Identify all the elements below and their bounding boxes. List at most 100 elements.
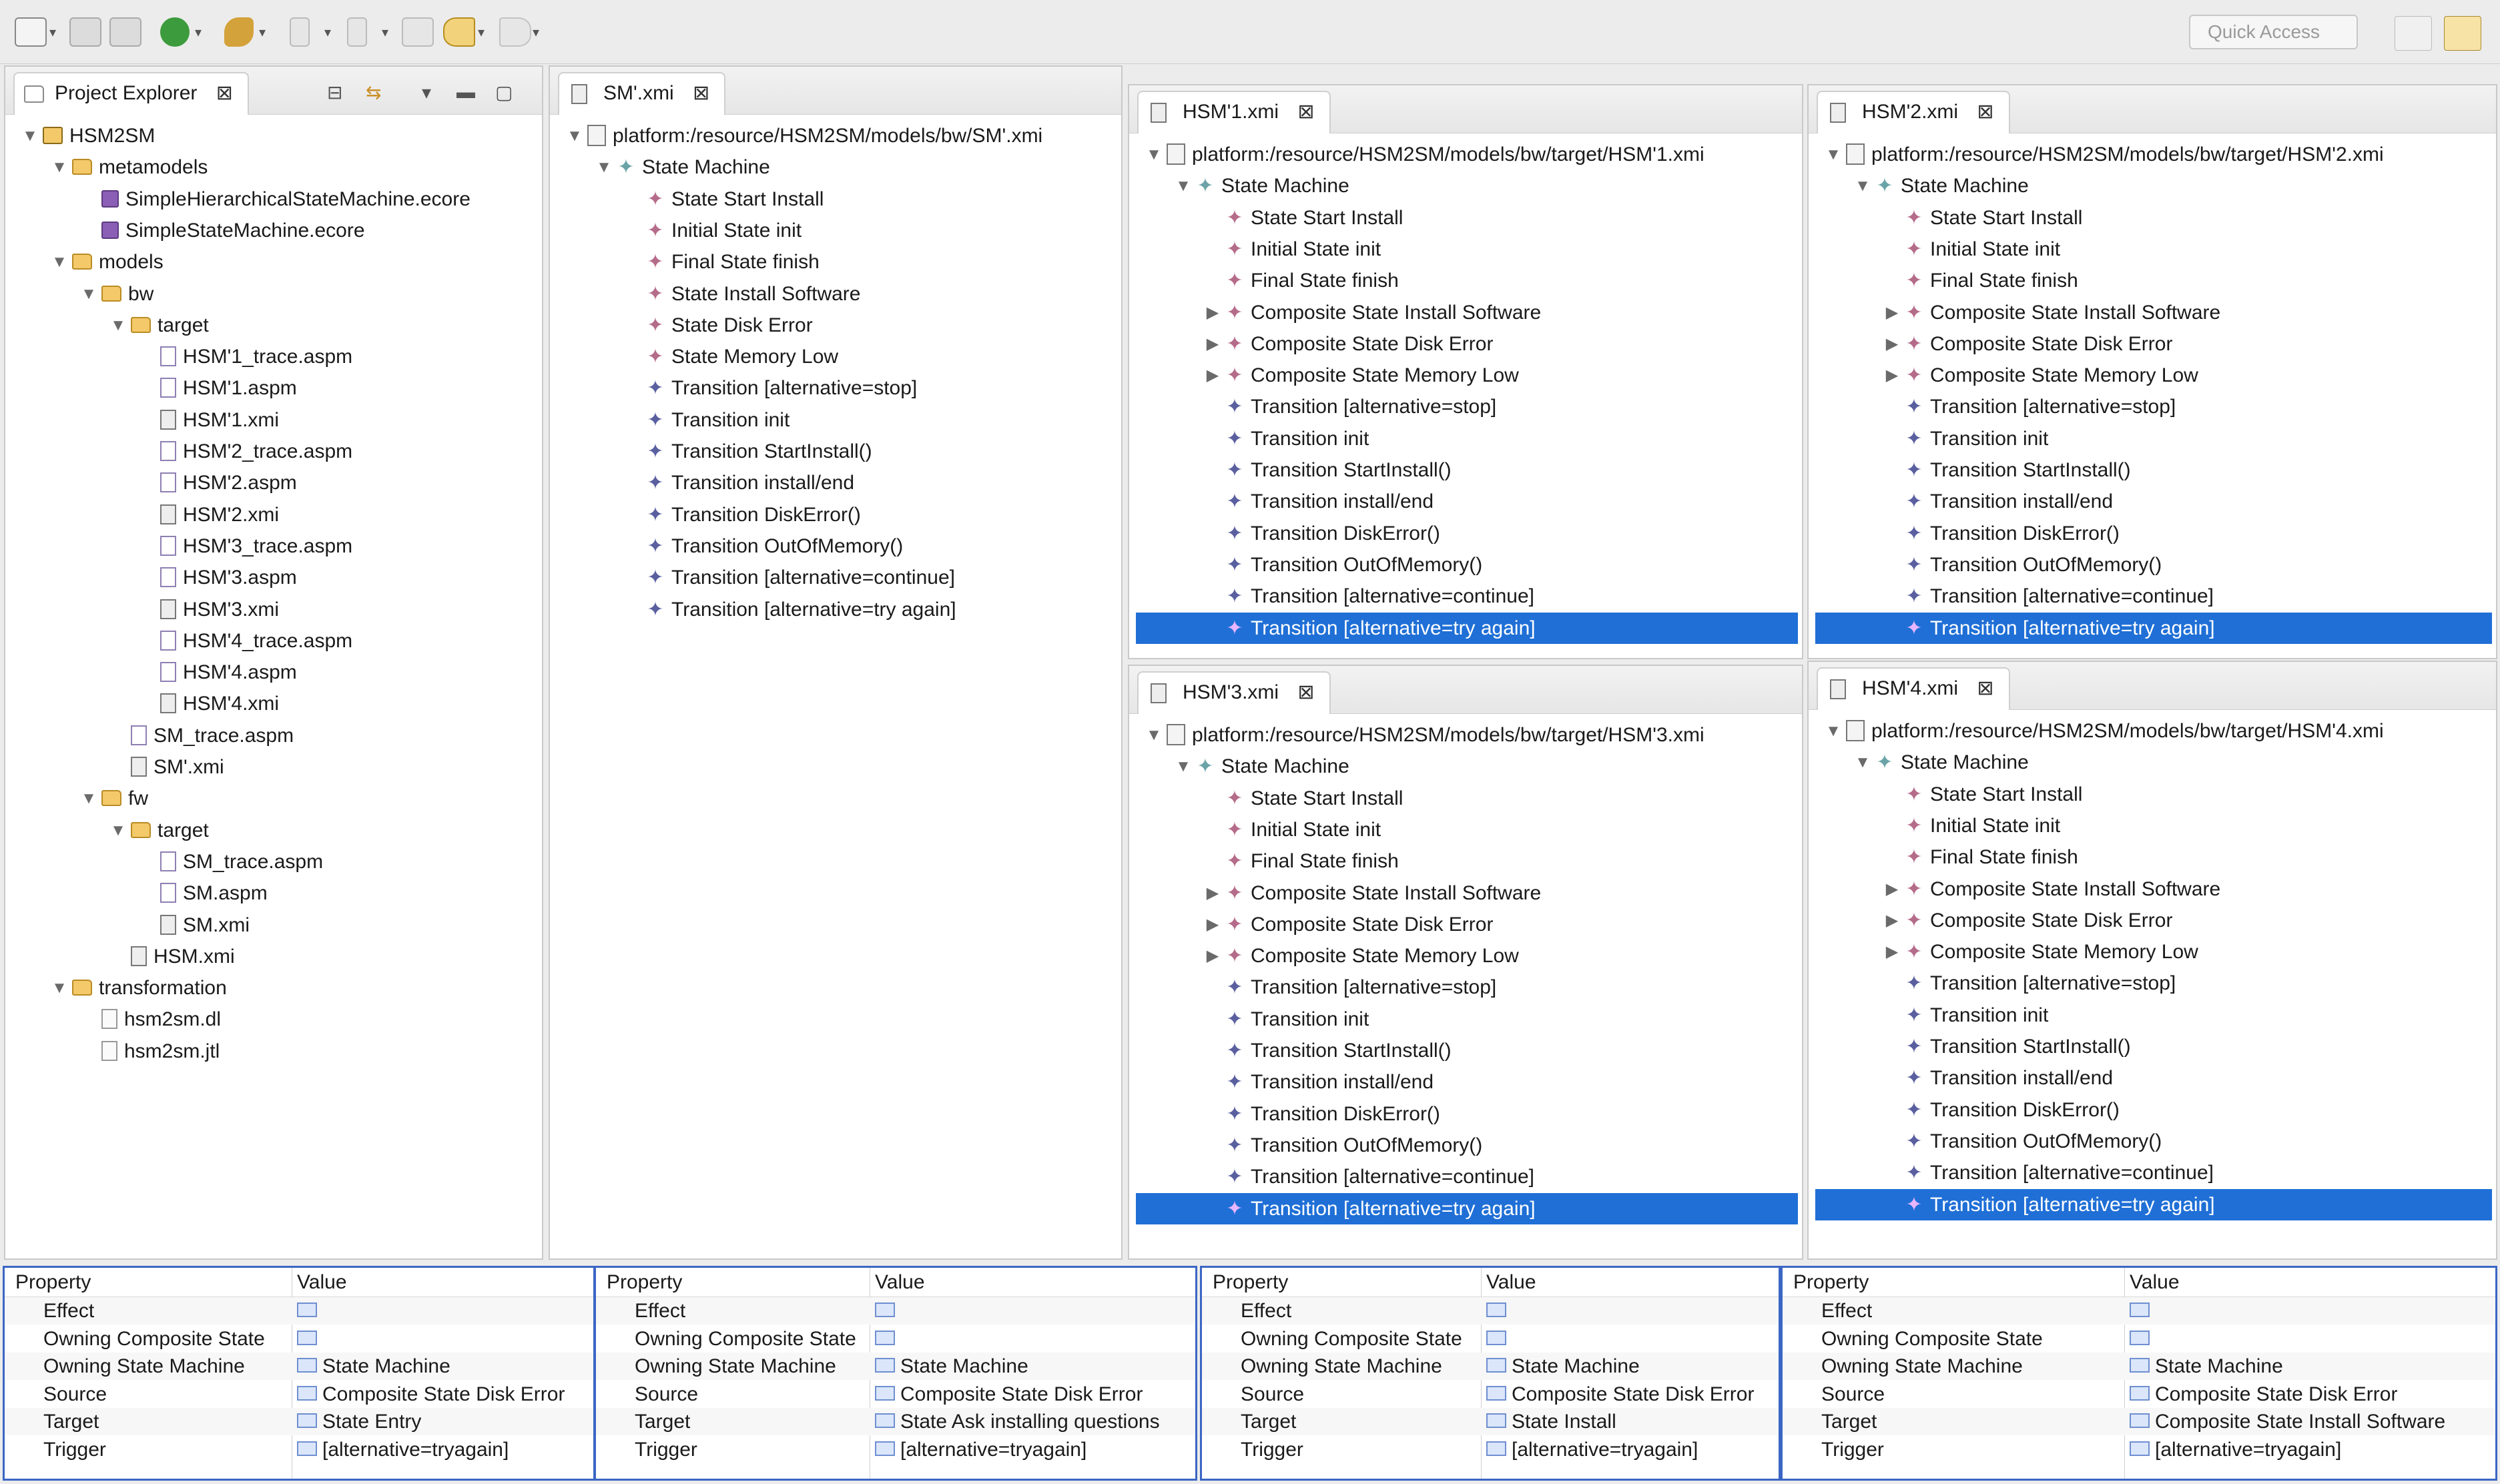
property-column-header[interactable]: Property <box>15 1268 91 1297</box>
close-icon[interactable]: ⊠ <box>1297 673 1314 713</box>
expand-arrow-icon[interactable]: ▼ <box>108 310 128 341</box>
resource-row[interactable]: ▼ platform:/resource/HSM2SM/models/bw/tar… <box>1823 139 2384 170</box>
property-row[interactable]: Target State Install <box>1202 1408 1779 1435</box>
expand-arrow-icon[interactable]: ▼ <box>565 120 585 151</box>
close-icon[interactable]: ⊠ <box>1977 92 1993 132</box>
resource-row[interactable]: ▼ platform:/resource/HSM2SM/models/bw/tar… <box>1823 715 2384 747</box>
state-machine-row[interactable]: ▼ ✦ State Machine <box>1173 170 1349 202</box>
state-row[interactable]: ▶ ✦ Composite State Disk Error <box>1203 328 1494 360</box>
state-row[interactable]: ▶ ✦ Composite State Memory Low <box>1203 940 1519 972</box>
collapsed-arrow-icon[interactable]: ▶ <box>1203 940 1223 972</box>
property-row[interactable]: Effect <box>1202 1297 1779 1325</box>
state-row[interactable]: ✦ Final State finish <box>1203 265 1398 296</box>
transition-row[interactable]: ✦ Transition [alternative=try again] <box>1815 1188 2492 1220</box>
collapsed-arrow-icon[interactable]: ▶ <box>1203 297 1223 328</box>
tree-item[interactable]: SM_trace.aspm <box>137 846 323 877</box>
expand-arrow-icon[interactable]: ▼ <box>1144 139 1164 170</box>
tree-item[interactable]: ▼ metamodels <box>49 151 208 183</box>
back-arrow-icon[interactable] <box>443 17 475 47</box>
transition-row[interactable]: ✦ Transition [alternative=try again] <box>1136 612 1798 644</box>
transition-row[interactable]: ✦ Transition StartInstall() <box>1882 1031 2130 1062</box>
transition-row[interactable]: ✦ Transition StartInstall() <box>1882 454 2130 486</box>
next-annotation-icon[interactable] <box>290 17 310 47</box>
property-row[interactable]: Source Composite State Disk Error <box>596 1381 1195 1408</box>
state-row[interactable]: ✦ Final State finish <box>1882 265 2078 296</box>
new-dropdown-icon[interactable]: ▾ <box>49 24 56 41</box>
tab-sm-xmi[interactable]: SM'.xmi ⊠ <box>558 72 726 115</box>
property-row[interactable]: Owning State Machine State Machine <box>596 1353 1195 1380</box>
save-icon[interactable] <box>69 17 101 47</box>
state-row[interactable]: ✦ State Start Install <box>1882 779 2082 810</box>
back-dropdown-icon[interactable]: ▾ <box>478 24 485 41</box>
tab-hsm4-xmi[interactable]: HSM'4.xmi ⊠ <box>1817 667 2010 710</box>
tree-item[interactable]: ▼ HSM2SM <box>20 120 155 151</box>
transition-row[interactable]: ✦ Transition OutOfMemory() <box>1203 1130 1482 1161</box>
expand-arrow-icon[interactable]: ▼ <box>20 120 40 151</box>
state-row[interactable]: ▶ ✦ Composite State Disk Error <box>1203 909 1494 940</box>
view-menu-icon[interactable]: ▾ <box>422 81 431 103</box>
transition-row[interactable]: ✦ Transition DiskError() <box>1203 1098 1440 1130</box>
expand-arrow-icon[interactable]: ▼ <box>49 972 69 1004</box>
transition-row[interactable]: ✦ Transition DiskError() <box>1203 518 1440 549</box>
property-row[interactable]: Target State Entry <box>5 1408 593 1435</box>
transition-row[interactable]: ✦ Transition install/end <box>1203 1066 1434 1098</box>
tree-item[interactable]: SM.xmi <box>137 909 250 941</box>
tree-item[interactable]: HSM'2_trace.aspm <box>137 436 352 467</box>
transition-row[interactable]: ✦ Transition [alternative=stop] <box>623 372 917 404</box>
tree-item[interactable]: SimpleStateMachine.ecore <box>79 215 365 246</box>
state-row[interactable]: ✦ Initial State init <box>1882 234 2060 265</box>
state-row[interactable]: ✦ Initial State init <box>623 215 802 246</box>
property-row[interactable]: Owning Composite State <box>596 1325 1195 1353</box>
collapsed-arrow-icon[interactable]: ▶ <box>1203 360 1223 391</box>
state-machine-row[interactable]: ▼ ✦ State Machine <box>1173 751 1349 782</box>
state-row[interactable]: ✦ State Memory Low <box>623 341 838 372</box>
resource-row[interactable]: ▼ platform:/resource/HSM2SM/models/bw/SM'… <box>565 120 1042 151</box>
state-row[interactable]: ▶ ✦ Composite State Install Software <box>1203 877 1541 909</box>
collapsed-arrow-icon[interactable]: ▶ <box>1882 297 1902 328</box>
expand-arrow-icon[interactable]: ▼ <box>1144 719 1164 751</box>
transition-row[interactable]: ✦ Transition [alternative=try again] <box>623 594 956 625</box>
tree-item[interactable]: ▼ bw <box>79 278 153 310</box>
state-row[interactable]: ✦ State Start Install <box>1203 202 1403 234</box>
state-row[interactable]: ✦ State Start Install <box>1203 783 1403 814</box>
resource-row[interactable]: ▼ platform:/resource/HSM2SM/models/bw/tar… <box>1144 719 1704 751</box>
property-row[interactable]: Source Composite State Disk Error <box>1783 1381 2495 1408</box>
tree-item[interactable]: hsm2sm.dl <box>79 1004 221 1035</box>
expand-arrow-icon[interactable]: ▼ <box>1823 715 1843 747</box>
property-row[interactable]: Owning Composite State <box>1783 1325 2495 1353</box>
transition-row[interactable]: ✦ Transition DiskError() <box>1882 518 2120 549</box>
transition-row[interactable]: ✦ Transition OutOfMemory() <box>1882 1126 2162 1157</box>
transition-row[interactable]: ✦ Transition OutOfMemory() <box>1882 549 2162 581</box>
state-row[interactable]: ✦ State Start Install <box>623 183 824 215</box>
tree-item[interactable]: HSM'4_trace.aspm <box>137 625 352 657</box>
tree-item[interactable]: HSM'2.aspm <box>137 467 297 498</box>
transition-row[interactable]: ✦ Transition StartInstall() <box>623 436 872 467</box>
state-machine-row[interactable]: ▼ ✦ State Machine <box>1853 170 2029 202</box>
transition-row[interactable]: ✦ Transition init <box>1882 423 2048 454</box>
transition-row[interactable]: ✦ Transition StartInstall() <box>1203 1035 1451 1066</box>
property-row[interactable]: Trigger [alternative=tryagain] <box>596 1436 1195 1463</box>
property-row[interactable]: Target Composite State Install Software <box>1783 1408 2495 1435</box>
value-column-header[interactable]: Value <box>2130 1268 2180 1297</box>
tree-item[interactable]: HSM'2.xmi <box>137 499 279 530</box>
tree-item[interactable]: ▼ fw <box>79 783 148 814</box>
link-with-editor-icon[interactable]: ⇆ <box>366 81 381 103</box>
tree-item[interactable]: SimpleHierarchicalStateMachine.ecore <box>79 183 471 215</box>
property-row[interactable]: Trigger [alternative=tryagain] <box>1783 1436 2495 1463</box>
transition-row[interactable]: ✦ Transition install/end <box>623 467 854 498</box>
collapsed-arrow-icon[interactable]: ▶ <box>1882 328 1902 360</box>
state-row[interactable]: ▶ ✦ Composite State Memory Low <box>1203 360 1519 391</box>
prev-annotation-icon[interactable] <box>347 17 367 47</box>
transition-row[interactable]: ✦ Transition [alternative=continue] <box>1882 581 2214 612</box>
current-perspective-icon[interactable] <box>2444 16 2481 51</box>
property-row[interactable]: Trigger [alternative=tryagain] <box>5 1436 593 1463</box>
collapsed-arrow-icon[interactable]: ▶ <box>1882 905 1902 936</box>
expand-arrow-icon[interactable]: ▼ <box>1853 747 1873 778</box>
transition-row[interactable]: ✦ Transition init <box>1882 1000 2048 1031</box>
prev-annotation-dropdown-icon[interactable]: ▾ <box>382 24 388 41</box>
tree-item[interactable]: ▼ target <box>108 310 209 341</box>
state-row[interactable]: ✦ State Install Software <box>623 278 860 310</box>
tree-item[interactable]: HSM'1.aspm <box>137 372 297 404</box>
tree-item[interactable]: SM.aspm <box>137 877 268 909</box>
value-column-header[interactable]: Value <box>297 1268 347 1297</box>
